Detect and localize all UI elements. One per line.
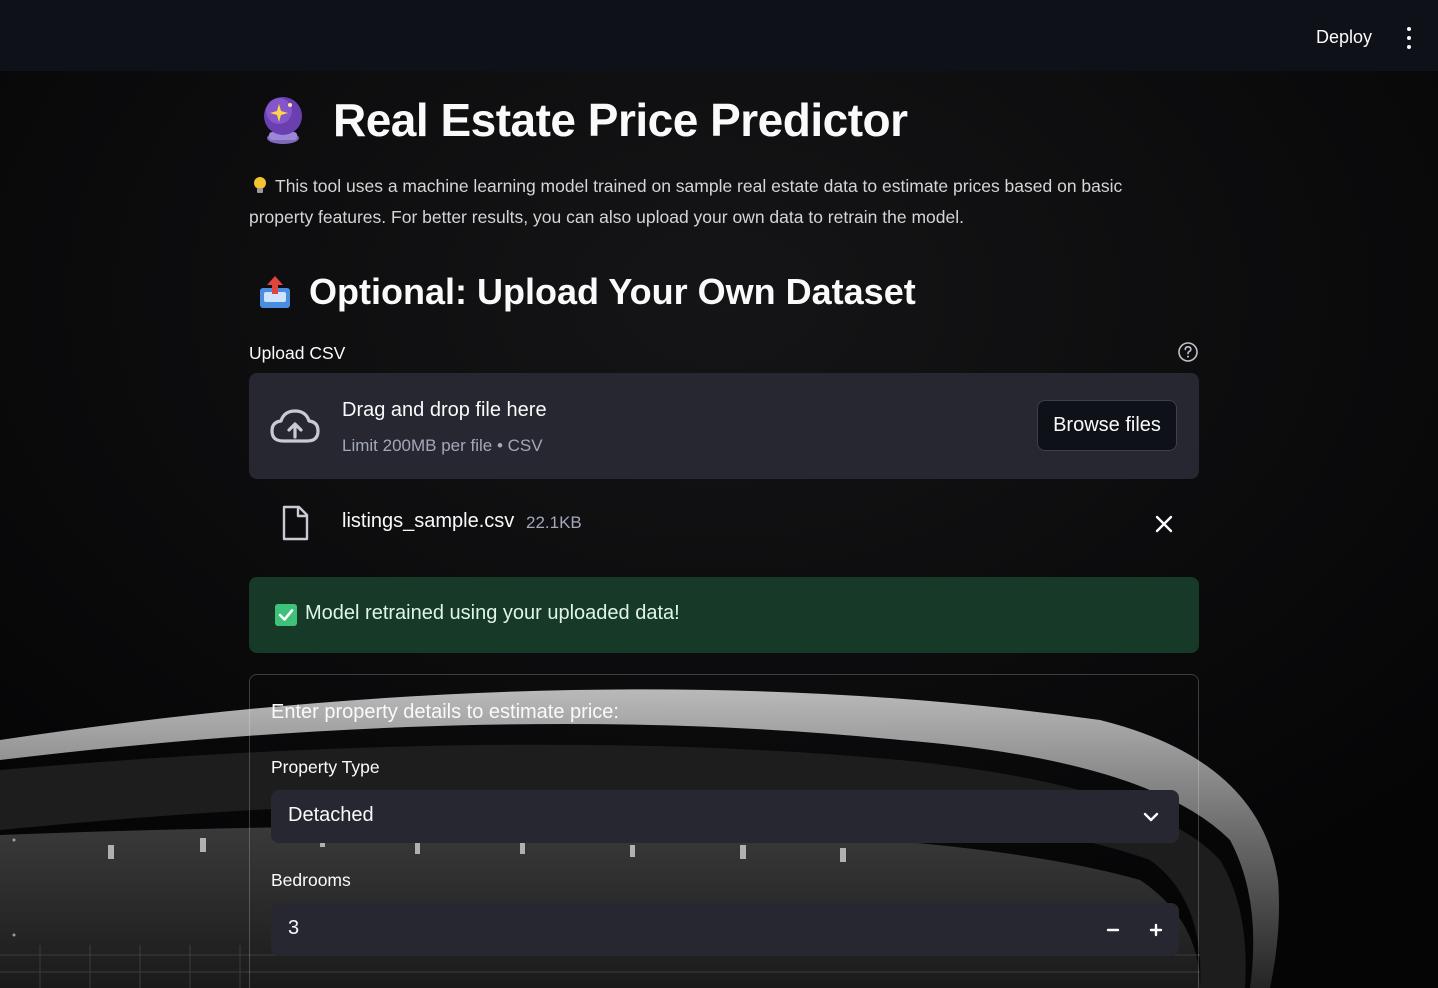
intro-text: This tool uses a machine learning model … [249, 176, 1123, 227]
increment-button[interactable] [1141, 915, 1171, 945]
property-type-label: Property Type [271, 757, 380, 777]
upload-section-heading: Optional: Upload Your Own Dataset [309, 271, 916, 312]
check-mark-icon [275, 604, 297, 626]
chevron-down-icon [1143, 812, 1159, 822]
plus-icon [1149, 923, 1163, 937]
top-toolbar: Deploy [0, 0, 1438, 71]
upload-section-header: Optional: Upload Your Own Dataset [249, 271, 916, 313]
file-dropzone[interactable]: Drag and drop file here Limit 200MB per … [249, 373, 1199, 479]
light-bulb-icon [254, 177, 266, 193]
bedrooms-label: Bedrooms [271, 870, 351, 890]
decrement-button[interactable] [1098, 915, 1128, 945]
intro-paragraph: This tool uses a machine learning model … [249, 171, 1149, 233]
bedrooms-input[interactable]: 3 [271, 903, 1179, 956]
property-form: Enter property details to estimate price… [249, 674, 1199, 988]
uploaded-file-size: 22.1KB [526, 513, 582, 532]
remove-file-icon[interactable] [1153, 513, 1175, 535]
file-icon [282, 505, 309, 541]
page-title: Real Estate Price Predictor [333, 94, 908, 146]
uploaded-file-name: listings_sample.csv [342, 510, 515, 532]
uploaded-file-row: listings_sample.csv 22.1KB [249, 501, 1199, 545]
upload-csv-label: Upload CSV [249, 343, 346, 363]
form-heading: Enter property details to estimate price… [271, 701, 619, 723]
minus-icon [1106, 928, 1120, 932]
inbox-tray-icon [260, 276, 290, 308]
property-type-select[interactable]: Detached [271, 790, 1179, 843]
bedrooms-value: 3 [288, 917, 300, 939]
crystal-ball-icon [264, 97, 302, 144]
property-type-value: Detached [288, 804, 374, 826]
dropzone-title: Drag and drop file here [342, 399, 547, 421]
app-root: Deploy Real Estate Price Predictor This … [0, 0, 1438, 988]
success-alert: Model retrained using your uploaded data… [249, 577, 1199, 653]
help-circle-icon[interactable] [1177, 341, 1199, 363]
browse-files-button[interactable]: Browse files [1037, 400, 1177, 451]
page-title-row: Real Estate Price Predictor [249, 93, 908, 147]
deploy-button[interactable]: Deploy [1316, 27, 1372, 48]
dropzone-limit: Limit 200MB per file • CSV [342, 436, 543, 455]
success-message: Model retrained using your uploaded data… [305, 602, 680, 624]
cloud-upload-icon [270, 409, 320, 443]
kebab-menu-icon[interactable] [1400, 27, 1418, 49]
